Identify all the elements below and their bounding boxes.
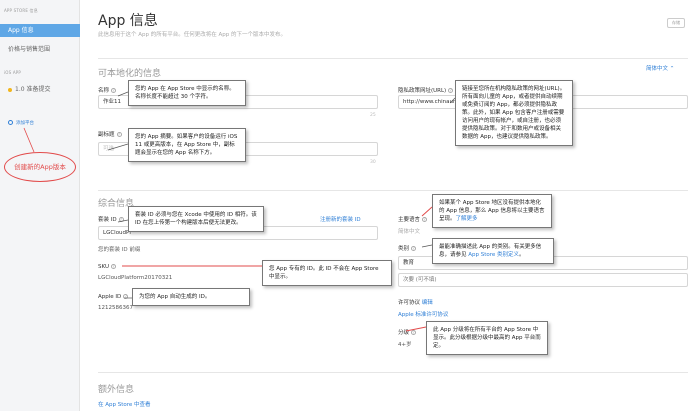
status-dot-icon [8,87,12,92]
license-edit-link[interactable]: 编辑 [422,300,433,306]
language-selector[interactable]: 简体中文 ⌃ [646,64,674,72]
tooltip-rating: 此 App 分级将在所有平台的 App Store 中显示。此分级根据分级中最高… [426,321,548,355]
tooltip-primary-language: 如果某个 App Store 地区没有提供本地化的 App 信息，那么 App … [432,194,552,228]
help-icon[interactable]: ? [411,330,417,335]
sidebar: APP STORE 信息 App 信息 价格与销售范围 iOS APP 1.0 … [0,0,80,411]
sidebar-item-version[interactable]: 1.0 准备提交 [0,84,80,93]
tooltip-name: 您的 App 在 App Store 中显示的名称。名称长度不能超过 30 个字… [128,80,246,106]
rating-value: 4+岁 [398,342,412,348]
page-subtitle: 此信息用于这个 App 的所有平台。任何更改将在 App 的下一个版本中发布。 [98,32,286,38]
tooltip-bundle-id: 套装 ID 必须与您在 Xcode 中使用的 ID 相符。该 ID 在您上传第一… [128,206,264,232]
divider [98,58,688,59]
view-in-app-store-link[interactable]: 在 App Store 中查看 [98,400,151,408]
license-label: 许可协议 编辑 [398,300,433,306]
register-bundle-link[interactable]: 注册新的套装 ID [320,215,361,223]
secondary-category-select[interactable]: 次要 (可不填) [398,273,688,287]
tooltip-sku: 您 App 专有的 ID。此 ID 不会在 App Store 中显示。 [262,260,392,286]
help-icon[interactable]: ? [448,88,454,93]
name-char-count: 25 [370,113,376,118]
add-platform-link[interactable]: 添加平台 [0,120,80,126]
add-platform-label: 添加平台 [16,121,34,126]
primary-language-value[interactable]: 简体中文 [398,227,420,235]
subtitle-char-count: 30 [370,160,376,165]
tooltip-category: 最能准确描述此 App 的类别。有关更多信息，请参见 App Store 类别定… [432,238,554,264]
license-value-link[interactable]: Apple 标准许可协议 [398,310,448,318]
help-icon[interactable]: ? [116,132,122,137]
save-button[interactable]: 存储 [667,18,685,28]
bundle-prefix-label: 您的套装 ID 前缀 [98,247,141,253]
tooltip-subtitle: 您的 App 摘要。如果客户的设备运行 iOS 11 或更高版本，在 App S… [128,128,246,162]
sidebar-section-app-store: APP STORE 信息 [4,8,38,13]
help-icon[interactable]: ? [411,246,417,251]
tooltip-privacy-url: 链接至您所在机构隐私政策的网址(URL)。所有面向儿童的 App，或者提供自动续… [455,80,573,146]
section-title-additional: 额外信息 [98,385,135,395]
sku-value: LGCloudPlatform20170321 [98,275,173,281]
apple-id-value: 1212586367 [98,305,133,311]
bundle-id-label: 套装 ID? [98,217,124,223]
plus-circle-icon [8,120,13,125]
divider [98,190,688,191]
section-title-localizable: 可本地化的信息 [98,69,162,79]
help-icon[interactable]: ? [111,88,117,93]
sku-label: SKU? [98,264,116,270]
primary-language-label: 主要语言? [398,217,428,223]
privacy-url-label: 隐私政策网址(URL)? [398,88,454,94]
apple-id-label: Apple ID? [98,294,129,300]
help-icon[interactable]: ? [123,294,129,299]
learn-more-link[interactable]: 了解更多 [456,216,478,222]
sidebar-item-version-label: 1.0 准备提交 [15,86,51,93]
page-title: App 信息 [98,13,158,29]
tooltip-apple-id: 为您的 App 自动生成的 ID。 [132,288,250,306]
annotation-callout-new-version: 创建新的App版本 [4,152,76,182]
help-icon[interactable]: ? [118,217,124,222]
name-label: 名称? [98,88,117,94]
category-definitions-link[interactable]: App Store 类别定义 [468,252,519,258]
subtitle-label: 副标题? [98,132,122,138]
category-label: 类别? [398,246,417,252]
sidebar-section-ios: iOS APP [4,70,22,75]
help-icon[interactable]: ? [422,217,428,222]
sidebar-item-pricing[interactable]: 价格与销售范围 [0,44,80,53]
divider [98,372,688,373]
rating-label: 分级? [398,330,417,336]
sidebar-item-app-info[interactable]: App 信息 [0,24,80,37]
help-icon[interactable]: ? [110,264,116,269]
